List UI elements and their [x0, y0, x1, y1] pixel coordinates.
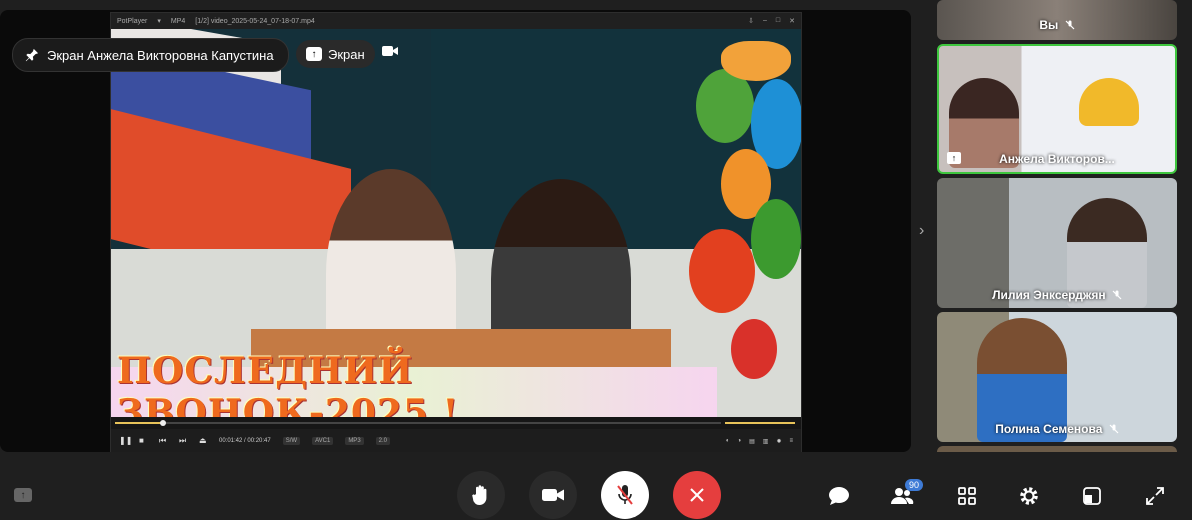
camera-view-toggle[interactable] — [382, 44, 398, 62]
eject-icon[interactable]: ⏏ — [199, 437, 207, 445]
video-camera-icon — [382, 46, 398, 56]
participant-name: Анжела Викторов... — [999, 152, 1115, 166]
bell-decoration — [1079, 78, 1139, 126]
muted-mic-icon — [1065, 20, 1075, 30]
3d-icon[interactable]: ◑ — [737, 438, 741, 445]
participant-tile[interactable]: Лилия Энксерджян — [937, 178, 1177, 308]
pin-icon — [25, 48, 39, 62]
settings-button[interactable] — [1017, 484, 1041, 508]
close-icon[interactable]: ✕ — [789, 17, 795, 25]
screen-share-icon: ↑ — [306, 47, 322, 61]
codec-tag: MP3 — [345, 437, 364, 445]
balloon — [731, 319, 777, 379]
chat-button[interactable] — [827, 484, 851, 508]
balloon — [721, 41, 791, 81]
hand-icon — [472, 485, 487, 505]
pin-window-icon[interactable]: ⇩ — [748, 17, 754, 25]
call-toolbar: ↑ 90 — [0, 470, 1192, 520]
balloon — [689, 229, 755, 313]
muted-mic-icon — [617, 485, 633, 505]
picture-in-picture-icon — [1083, 487, 1101, 505]
participant-tile[interactable]: Полина Семенова — [937, 312, 1177, 442]
video-banner-text: ПОСЛЕДНИЙ ЗВОНОК-2025 ! — [111, 350, 717, 417]
participant-name: Лилия Энксерджян — [992, 288, 1106, 302]
shared-screen-stage: Экран Анжела Викторовна Капустина ↑ Экра… — [0, 10, 911, 452]
potplayer-titlebar: PotPlayer ▾ MP4 [1/2] video_2025-05-24_0… — [111, 13, 801, 29]
360-icon[interactable]: ◐ — [726, 438, 730, 445]
pinned-screen-label: Экран Анжела Викторовна Капустина — [47, 47, 274, 63]
pinned-screen-chip[interactable]: Экран Анжела Викторовна Капустина — [12, 38, 289, 72]
time-separator: / — [244, 438, 246, 444]
participant-name: Вы — [1039, 18, 1059, 32]
muted-mic-icon — [1112, 290, 1122, 300]
fullscreen-button[interactable] — [1143, 484, 1167, 508]
potplayer-controls: ❚❚ ■ ⏮ ⏭ ⏏ 00:01:42 / 00:20:47 S/W AVC1 … — [111, 429, 801, 452]
seek-bar[interactable] — [111, 417, 801, 429]
pause-icon[interactable]: ❚❚ — [119, 437, 132, 445]
share-screen-icon[interactable]: ↑ — [14, 488, 32, 502]
raise-hand-button[interactable] — [457, 471, 505, 519]
expand-icon — [1146, 487, 1164, 505]
leave-call-button[interactable] — [673, 471, 721, 519]
video-file-title: [1/2] video_2025-05-24_07-18-07.mp4 — [195, 17, 315, 25]
playback-time: 00:01:42 / 00:20:47 — [219, 438, 271, 444]
participant-tile-active[interactable]: ↑ Анжела Викторов... — [937, 44, 1177, 174]
potplayer-app-name[interactable]: PotPlayer — [117, 18, 147, 25]
playlist-icon[interactable]: ▥ — [763, 438, 769, 445]
participant-tile[interactable] — [937, 446, 1177, 452]
next-icon[interactable]: ⏭ — [179, 437, 187, 445]
picture-in-picture-button[interactable] — [1080, 484, 1104, 508]
codec-tag: 2.0 — [375, 437, 390, 445]
minimize-icon[interactable]: – — [763, 17, 767, 25]
menu-icon[interactable]: ≡ — [789, 438, 793, 445]
muted-mic-icon — [1109, 424, 1119, 434]
codec-tag: AVC1 — [312, 437, 334, 445]
chevron-down-icon: ▾ — [157, 18, 161, 25]
layout-grid-button[interactable] — [955, 484, 979, 508]
camera-button[interactable] — [529, 471, 577, 519]
gear-icon — [1020, 487, 1038, 505]
time-total: 00:20:47 — [247, 438, 271, 444]
potplayer-window: PotPlayer ▾ MP4 [1/2] video_2025-05-24_0… — [110, 12, 802, 452]
gear-icon[interactable]: ✹ — [776, 438, 781, 445]
participants-count-badge: 90 — [905, 479, 924, 491]
codec-tag: S/W — [282, 437, 301, 445]
grid-icon — [958, 487, 976, 505]
stop-icon[interactable]: ■ — [139, 437, 147, 445]
participant-name: Полина Семенова — [995, 422, 1103, 436]
video-frame[interactable]: ПОСЛЕДНИЙ ЗВОНОК-2025 ! — [111, 29, 801, 417]
maximize-icon[interactable]: □ — [776, 17, 780, 25]
subtitle-icon[interactable]: ▤ — [749, 438, 755, 445]
volume-slider[interactable] — [725, 422, 795, 424]
chat-bubble-icon — [829, 487, 849, 505]
video-format: MP4 — [170, 17, 186, 25]
seek-handle[interactable] — [160, 420, 167, 426]
video-camera-icon — [542, 489, 564, 501]
time-current: 00:01:42 — [219, 438, 243, 444]
participant-tile[interactable]: Вы — [937, 0, 1177, 40]
screen-share-label: Экран — [328, 46, 365, 62]
chevron-right-icon[interactable]: › — [919, 222, 924, 240]
close-icon — [690, 488, 704, 502]
previous-icon[interactable]: ⏮ — [159, 437, 167, 445]
screen-share-toggle[interactable]: ↑ Экран — [296, 40, 375, 68]
microphone-button[interactable] — [601, 471, 649, 519]
balloon — [751, 199, 801, 279]
